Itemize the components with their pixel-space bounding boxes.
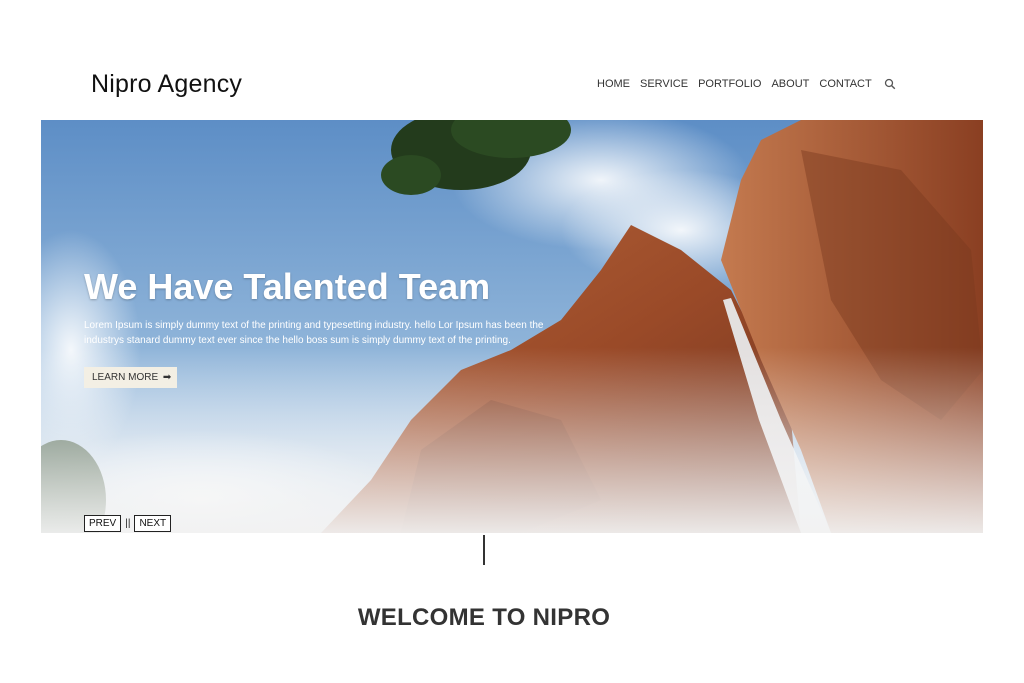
search-icon[interactable] <box>884 78 896 90</box>
section-divider <box>483 535 485 565</box>
nav-home[interactable]: HOME <box>597 78 630 90</box>
arrow-right-icon: ➡ <box>162 372 172 383</box>
nav-service[interactable]: SERVICE <box>640 78 688 90</box>
slider-controls: PREV || NEXT <box>84 515 172 532</box>
page: Nipro Agency HOME SERVICE PORTFOLIO ABOU… <box>0 0 1024 683</box>
brand-logo[interactable]: Nipro Agency <box>91 70 242 99</box>
hero-slider: We Have Talented Team Lorem Ipsum is sim… <box>41 120 983 533</box>
welcome-heading: WELCOME TO NIPRO <box>357 603 611 631</box>
hero-description: Lorem Ipsum is simply dummy text of the … <box>84 320 544 346</box>
slider-separator: || <box>125 518 131 529</box>
main-nav: HOME SERVICE PORTFOLIO ABOUT CONTACT <box>597 78 896 90</box>
next-button[interactable]: NEXT <box>134 515 172 532</box>
nav-portfolio[interactable]: PORTFOLIO <box>698 78 761 90</box>
nav-contact[interactable]: CONTACT <box>819 78 871 90</box>
learn-more-label: LEARN MORE <box>92 372 159 383</box>
nav-about[interactable]: ABOUT <box>771 78 809 90</box>
prev-button[interactable]: PREV <box>84 515 122 532</box>
learn-more-button[interactable]: LEARN MORE ➡ <box>84 367 178 388</box>
hero-title: We Have Talented Team <box>84 266 491 308</box>
